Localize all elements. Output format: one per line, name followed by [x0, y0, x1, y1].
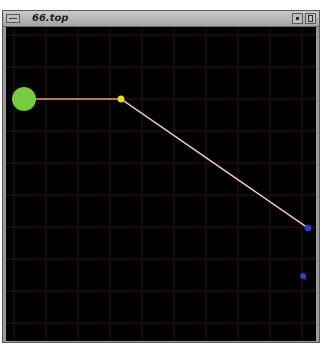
grid	[6, 27, 316, 341]
title-bar[interactable]: 66.top	[3, 11, 319, 27]
node-start[interactable]	[12, 87, 36, 111]
edge-mid-to-end	[120, 98, 309, 229]
node-mid[interactable]	[117, 95, 125, 103]
maximize-icon[interactable]	[305, 13, 316, 24]
window-title: 66.top	[32, 13, 69, 24]
graph-canvas[interactable]	[6, 27, 316, 341]
window-menu-icon[interactable]	[6, 14, 20, 23]
minimize-icon[interactable]	[292, 13, 303, 24]
graph-window: 66.top	[2, 10, 320, 343]
graph-svg	[6, 27, 316, 341]
node-end[interactable]	[304, 224, 312, 232]
